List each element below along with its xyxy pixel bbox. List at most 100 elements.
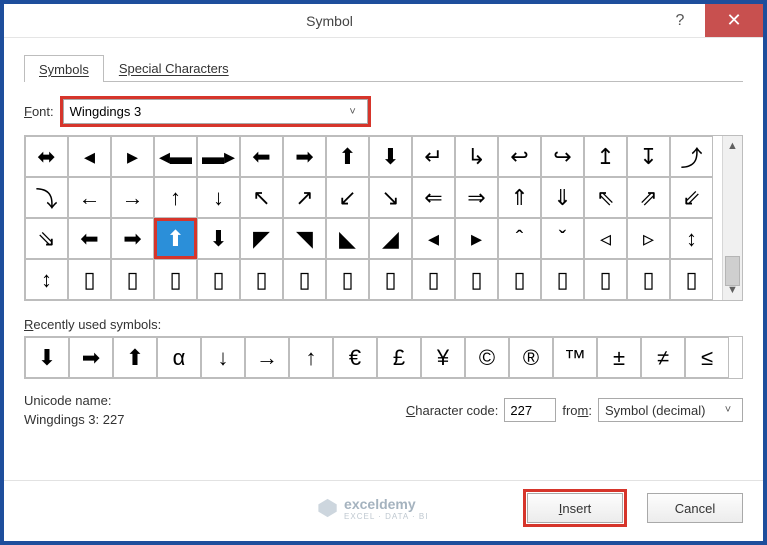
recent-symbol-cell[interactable]: € <box>333 337 377 378</box>
symbol-cell[interactable]: ▯ <box>283 259 326 300</box>
symbol-cell[interactable]: ↧ <box>627 136 670 177</box>
symbol-cell[interactable]: ⬅ <box>68 218 111 259</box>
symbol-cell[interactable]: ↩ <box>498 136 541 177</box>
unicode-name-value: Wingdings 3: 227 <box>24 412 406 427</box>
symbol-cell[interactable]: ◃ <box>584 218 627 259</box>
recent-symbol-cell[interactable]: ⬇ <box>25 337 69 378</box>
symbol-cell[interactable]: ▯ <box>240 259 283 300</box>
help-button[interactable]: ? <box>655 4 705 37</box>
symbol-cell[interactable]: ⬇ <box>369 136 412 177</box>
symbol-cell[interactable]: ▯ <box>154 259 197 300</box>
recent-row: ⬇➡⬆α↓→↑€£¥©®™±≠≤ <box>24 336 743 379</box>
recent-symbol-cell[interactable]: £ <box>377 337 421 378</box>
symbol-cell[interactable]: ⇗ <box>627 177 670 218</box>
symbol-cell[interactable]: ▯ <box>584 259 627 300</box>
symbol-cell[interactable]: ↳ <box>455 136 498 177</box>
symbol-cell[interactable]: ˆ <box>498 218 541 259</box>
symbol-cell[interactable]: ⇘ <box>25 218 68 259</box>
recent-symbol-cell[interactable]: ⬆ <box>113 337 157 378</box>
symbol-cell[interactable]: ◣ <box>326 218 369 259</box>
insert-button[interactable]: Insert <box>527 493 623 523</box>
symbol-cell[interactable]: ↕ <box>670 218 713 259</box>
symbol-cell[interactable]: ↪ <box>541 136 584 177</box>
symbol-cell[interactable]: ▯ <box>541 259 584 300</box>
recent-symbol-cell[interactable]: © <box>465 337 509 378</box>
symbol-cell[interactable]: ◤ <box>240 218 283 259</box>
titlebar: Symbol ? ✕ <box>4 4 763 38</box>
symbol-cell[interactable]: ˇ <box>541 218 584 259</box>
symbol-cell[interactable]: ➡ <box>111 218 154 259</box>
symbol-cell[interactable]: ▯ <box>111 259 154 300</box>
symbol-cell[interactable]: ▯ <box>68 259 111 300</box>
symbol-cell[interactable]: ↥ <box>584 136 627 177</box>
symbol-cell[interactable]: ⇐ <box>412 177 455 218</box>
symbol-cell[interactable]: ⬌ <box>25 136 68 177</box>
symbol-cell[interactable]: ⤴ <box>670 136 713 177</box>
symbol-cell[interactable]: ◂ <box>68 136 111 177</box>
symbol-cell[interactable]: ▸ <box>455 218 498 259</box>
symbol-cell[interactable]: ▯ <box>197 259 240 300</box>
from-select[interactable]: Symbol (decimal) ˅ <box>598 398 743 422</box>
symbol-cell[interactable]: ↑ <box>154 177 197 218</box>
symbol-cell[interactable]: ▯ <box>498 259 541 300</box>
symbol-cell[interactable]: ▯ <box>627 259 670 300</box>
symbol-cell[interactable]: ⬆ <box>326 136 369 177</box>
symbol-cell[interactable]: ↕ <box>25 259 68 300</box>
unicode-name-label: Unicode name: <box>24 393 406 408</box>
recent-symbol-cell[interactable]: α <box>157 337 201 378</box>
dialog-footer: exceldemy EXCEL · DATA · BI Insert Cance… <box>4 480 763 541</box>
symbol-cell[interactable]: ◂ <box>412 218 455 259</box>
symbol-cell[interactable]: ▹ <box>627 218 670 259</box>
symbol-cell[interactable]: ➡ <box>283 136 326 177</box>
tab-symbols[interactable]: Symbols <box>24 55 104 82</box>
symbol-cell[interactable]: ⇖ <box>584 177 627 218</box>
scroll-up-icon[interactable]: ▲ <box>723 136 742 156</box>
symbol-cell[interactable]: ▸ <box>111 136 154 177</box>
grid-scrollbar[interactable]: ▲ ▼ <box>722 136 742 300</box>
symbol-cell[interactable]: ◢ <box>369 218 412 259</box>
recent-symbol-cell[interactable]: ¥ <box>421 337 465 378</box>
dialog-title: Symbol <box>4 13 655 29</box>
symbol-cell[interactable]: ▯ <box>369 259 412 300</box>
symbol-cell[interactable]: ⤵ <box>25 177 68 218</box>
close-button[interactable]: ✕ <box>705 4 763 37</box>
symbol-cell[interactable]: ▬▸ <box>197 136 240 177</box>
symbol-cell[interactable]: ⬆ <box>154 218 197 259</box>
recent-symbol-cell[interactable]: ≤ <box>685 337 729 378</box>
symbol-cell[interactable]: ▯ <box>455 259 498 300</box>
tab-special-characters[interactable]: Special Characters <box>104 54 244 81</box>
recent-symbol-cell[interactable]: ® <box>509 337 553 378</box>
symbol-cell[interactable]: → <box>111 177 154 218</box>
symbol-cell[interactable]: ⇒ <box>455 177 498 218</box>
recent-symbol-cell[interactable]: ± <box>597 337 641 378</box>
recent-symbol-cell[interactable]: → <box>245 337 289 378</box>
chevron-down-icon: ˅ <box>343 106 363 118</box>
recent-symbol-cell[interactable]: ↓ <box>201 337 245 378</box>
cancel-button[interactable]: Cancel <box>647 493 743 523</box>
symbol-cell[interactable]: ▯ <box>326 259 369 300</box>
char-code-input[interactable] <box>504 398 556 422</box>
recent-symbol-cell[interactable]: ➡ <box>69 337 113 378</box>
symbol-cell[interactable]: ↵ <box>412 136 455 177</box>
symbol-cell[interactable]: ▯ <box>412 259 455 300</box>
recent-symbol-cell[interactable]: ≠ <box>641 337 685 378</box>
symbol-cell[interactable]: ↙ <box>326 177 369 218</box>
symbol-cell[interactable]: ↗ <box>283 177 326 218</box>
symbol-cell[interactable]: ◥ <box>283 218 326 259</box>
symbol-cell[interactable]: ⬇ <box>197 218 240 259</box>
symbol-cell[interactable]: ← <box>68 177 111 218</box>
recent-symbol-cell[interactable]: ™ <box>553 337 597 378</box>
tab-strip: Symbols Special Characters <box>24 52 743 82</box>
symbol-cell[interactable]: ▯ <box>670 259 713 300</box>
symbol-cell[interactable]: ↖ <box>240 177 283 218</box>
symbol-cell[interactable]: ↘ <box>369 177 412 218</box>
symbol-cell[interactable]: ◂▬ <box>154 136 197 177</box>
symbol-cell[interactable]: ↓ <box>197 177 240 218</box>
symbol-cell[interactable]: ⇙ <box>670 177 713 218</box>
symbol-cell[interactable]: ⇓ <box>541 177 584 218</box>
symbol-cell[interactable]: ⇑ <box>498 177 541 218</box>
scroll-down-icon[interactable]: ▼ <box>723 280 742 300</box>
symbol-cell[interactable]: ⬅ <box>240 136 283 177</box>
font-select[interactable]: Wingdings 3 ˅ <box>63 99 368 124</box>
recent-symbol-cell[interactable]: ↑ <box>289 337 333 378</box>
